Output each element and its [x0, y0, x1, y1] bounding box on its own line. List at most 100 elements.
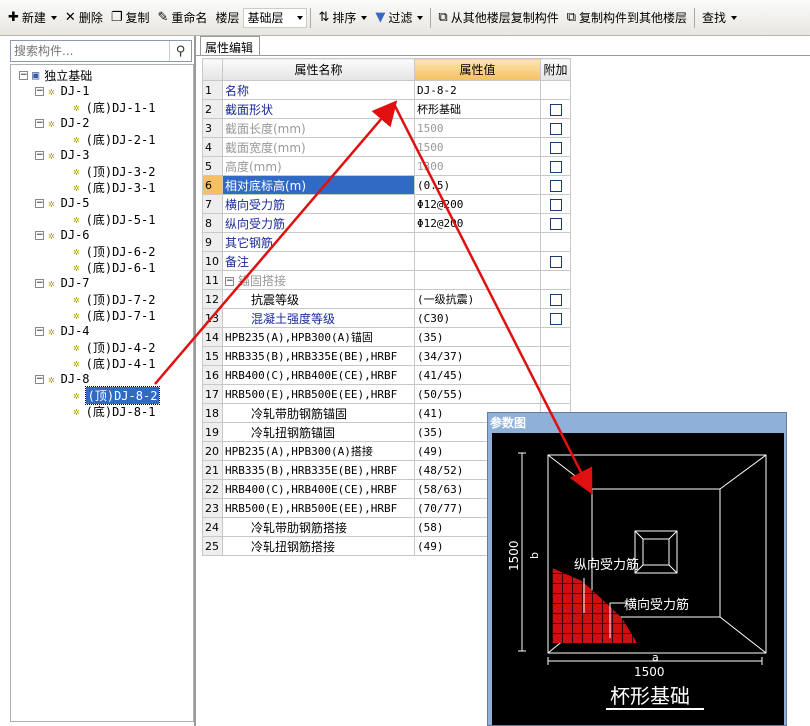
- tree-node-dj-2[interactable]: − ✲ DJ-2: [35, 115, 90, 131]
- tree-leaf[interactable]: ✲ (底)DJ-8-1: [73, 403, 155, 419]
- property-name[interactable]: 截面长度(mm): [222, 118, 415, 138]
- property-name[interactable]: 截面形状: [222, 99, 415, 119]
- tree-leaf[interactable]: ✲ (顶)DJ-6-2: [73, 243, 155, 259]
- extra-cell[interactable]: [540, 194, 571, 214]
- extra-cell[interactable]: [540, 118, 571, 138]
- table-row[interactable]: 11− 锚固搭接: [202, 270, 571, 290]
- table-row[interactable]: 3 截面长度(mm) 1500: [202, 118, 571, 138]
- property-name[interactable]: 抗震等级: [222, 289, 415, 309]
- tree-leaf[interactable]: ✲ (顶)DJ-8-2: [73, 385, 161, 405]
- property-name[interactable]: 混凝土强度等级: [222, 308, 415, 328]
- table-row[interactable]: 7 横向受力筋 Φ12@200: [202, 194, 571, 214]
- property-name[interactable]: 冷轧扭钢筋搭接: [222, 536, 415, 556]
- extra-checkbox[interactable]: [549, 103, 562, 116]
- property-value[interactable]: 1500: [414, 118, 541, 138]
- property-name[interactable]: HRB500(E),HRB500E(EE),HRBF: [222, 384, 415, 404]
- tree-node-dj-3[interactable]: − ✲ DJ-3: [35, 147, 90, 163]
- property-value[interactable]: Φ12@200: [414, 213, 541, 233]
- table-row[interactable]: 17 HRB500(E),HRB500E(EE),HRBF (50/55): [202, 384, 571, 404]
- property-name[interactable]: HRB500(E),HRB500E(EE),HRBF: [222, 498, 415, 518]
- property-value[interactable]: [414, 251, 541, 271]
- table-row[interactable]: 9 其它钢筋: [202, 232, 571, 252]
- table-row[interactable]: 1 名称 DJ-8-2: [202, 80, 571, 100]
- tree-leaf[interactable]: ✲ (底)DJ-3-1: [73, 179, 155, 195]
- copy-button[interactable]: ❐ 复制: [107, 5, 154, 31]
- tree-root[interactable]: − ▣ 独立基础: [19, 67, 92, 83]
- property-value[interactable]: (41/45): [414, 365, 541, 385]
- property-name[interactable]: HRB400(C),HRB400E(CE),HRBF: [222, 479, 415, 499]
- tree-leaf[interactable]: ✲ (顶)DJ-7-2: [73, 291, 155, 307]
- table-row[interactable]: 5 高度(mm) 1300: [202, 156, 571, 176]
- search-icon[interactable]: ⚲: [169, 41, 191, 61]
- property-value[interactable]: [414, 232, 541, 252]
- extra-checkbox[interactable]: [549, 141, 562, 154]
- copy-from-floor-button[interactable]: ⧉ 从其他楼层复制构件: [434, 5, 562, 31]
- extra-checkbox[interactable]: [549, 312, 562, 325]
- property-value[interactable]: [414, 270, 541, 290]
- property-name[interactable]: 冷轧带肋钢筋锚固: [222, 403, 415, 423]
- property-value[interactable]: 1300: [414, 156, 541, 176]
- collapse-icon[interactable]: −: [35, 198, 44, 208]
- property-name[interactable]: − 锚固搭接: [222, 270, 415, 290]
- table-row[interactable]: 12 抗震等级 (一级抗震): [202, 289, 571, 309]
- floor-select[interactable]: 基础层: [243, 7, 308, 28]
- collapse-icon[interactable]: −: [35, 150, 44, 160]
- new-button[interactable]: ✚ 新建: [4, 5, 61, 31]
- collapse-icon[interactable]: −: [35, 230, 44, 240]
- collapse-icon[interactable]: −: [35, 86, 44, 96]
- property-name[interactable]: 截面宽度(mm): [222, 137, 415, 157]
- collapse-icon[interactable]: −: [35, 278, 44, 288]
- tree-node-dj-4[interactable]: − ✲ DJ-4: [35, 323, 90, 339]
- extra-checkbox[interactable]: [549, 160, 562, 173]
- delete-button[interactable]: ✕ 删除: [61, 5, 107, 31]
- property-value[interactable]: (C30): [414, 308, 541, 328]
- collapse-icon[interactable]: −: [35, 326, 44, 336]
- property-value[interactable]: (一级抗震): [414, 289, 541, 309]
- table-row[interactable]: 13 混凝土强度等级 (C30): [202, 308, 571, 328]
- property-name[interactable]: 冷轧带肋钢筋搭接: [222, 517, 415, 537]
- property-name[interactable]: 纵向受力筋: [222, 213, 415, 233]
- copy-to-floor-button[interactable]: ⧉ 复制构件到其他楼层: [563, 5, 691, 31]
- tree-node-dj-6[interactable]: − ✲ DJ-6: [35, 227, 90, 243]
- property-name[interactable]: 高度(mm): [222, 156, 415, 176]
- table-row[interactable]: 16 HRB400(C),HRB400E(CE),HRBF (41/45): [202, 365, 571, 385]
- tab-property-edit[interactable]: 属性编辑: [200, 36, 260, 56]
- property-value[interactable]: 杯形基础: [414, 99, 541, 119]
- tree-leaf[interactable]: ✲ (顶)DJ-4-2: [73, 339, 155, 355]
- property-name[interactable]: HRB335(B),HRB335E(BE),HRBF: [222, 346, 415, 366]
- property-name[interactable]: 冷轧扭钢筋锚固: [222, 422, 415, 442]
- tree-leaf[interactable]: ✲ (底)DJ-1-1: [73, 99, 155, 115]
- sort-button[interactable]: ⇅ 排序: [314, 5, 371, 31]
- property-name[interactable]: 名称: [222, 80, 415, 100]
- extra-cell[interactable]: [540, 251, 571, 271]
- tree-leaf[interactable]: ✲ (底)DJ-5-1: [73, 211, 155, 227]
- table-row[interactable]: 14 HPB235(A),HPB300(A)锚固 (35): [202, 327, 571, 347]
- tree-node-dj-1[interactable]: − ✲ DJ-1: [35, 83, 90, 99]
- collapse-icon[interactable]: −: [35, 118, 44, 128]
- table-row[interactable]: 6 相对底标高(m) (0.5): [202, 175, 571, 195]
- collapse-icon[interactable]: −: [35, 374, 44, 384]
- extra-cell[interactable]: [540, 289, 571, 309]
- extra-checkbox[interactable]: [549, 179, 562, 192]
- table-row[interactable]: 4 截面宽度(mm) 1500: [202, 137, 571, 157]
- extra-cell[interactable]: [540, 308, 571, 328]
- property-name[interactable]: 备注: [222, 251, 415, 271]
- extra-cell[interactable]: [540, 175, 571, 195]
- tree-node-dj-8[interactable]: − ✲ DJ-8: [35, 371, 90, 387]
- property-name[interactable]: 横向受力筋: [222, 194, 415, 214]
- find-button[interactable]: 查找: [698, 5, 741, 31]
- filter-button[interactable]: ▼ 过滤: [371, 5, 427, 31]
- property-value[interactable]: (34/37): [414, 346, 541, 366]
- table-row[interactable]: 8 纵向受力筋 Φ12@200: [202, 213, 571, 233]
- property-name[interactable]: HRB335(B),HRB335E(BE),HRBF: [222, 460, 415, 480]
- extra-checkbox[interactable]: [549, 122, 562, 135]
- extra-cell[interactable]: [540, 137, 571, 157]
- property-name[interactable]: 其它钢筋: [222, 232, 415, 252]
- property-name[interactable]: HRB400(C),HRB400E(CE),HRBF: [222, 365, 415, 385]
- table-row[interactable]: 2 截面形状 杯形基础: [202, 99, 571, 119]
- tree-leaf[interactable]: ✲ (底)DJ-4-1: [73, 355, 155, 371]
- property-value[interactable]: (35): [414, 327, 541, 347]
- property-name[interactable]: 相对底标高(m): [222, 175, 415, 195]
- property-name[interactable]: HPB235(A),HPB300(A)锚固: [222, 327, 415, 347]
- table-row[interactable]: 15 HRB335(B),HRB335E(BE),HRBF (34/37): [202, 346, 571, 366]
